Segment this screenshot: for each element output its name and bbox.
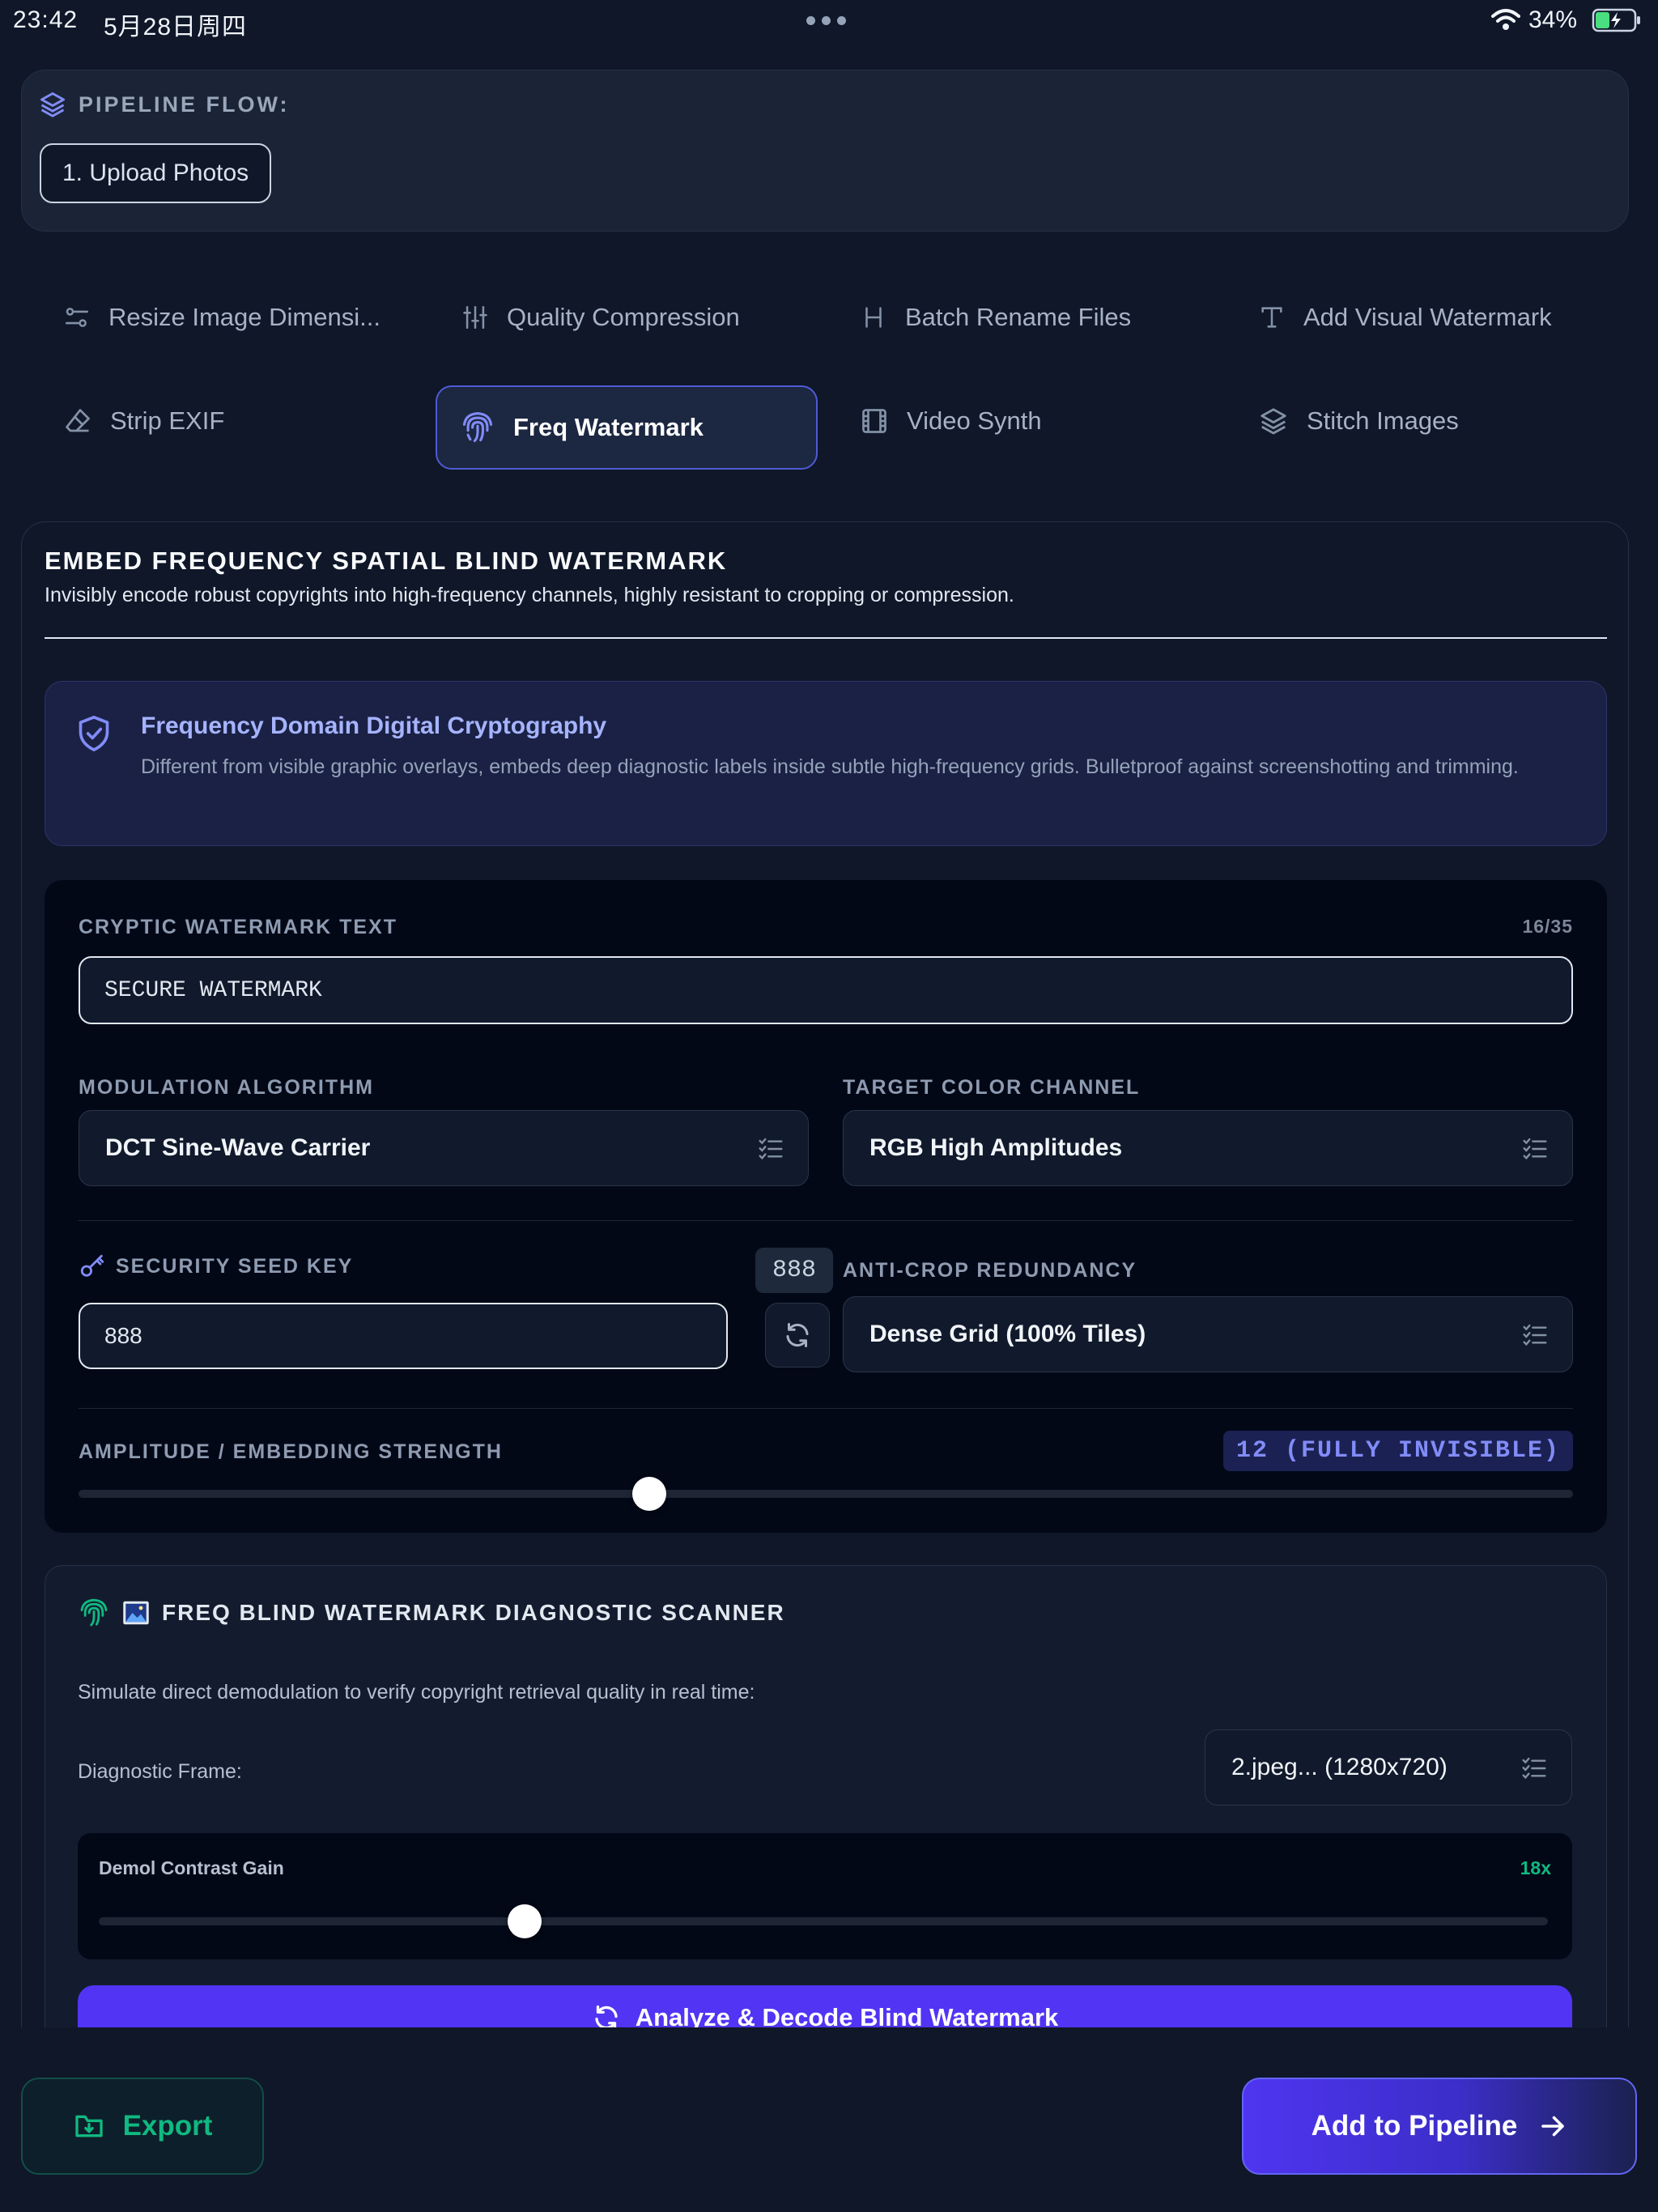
diagnostic-frame-value: 2.jpeg... (1280x720) bbox=[1231, 1754, 1448, 1780]
shield-check-icon bbox=[79, 715, 109, 751]
scanner-title: FREQ BLIND WATERMARK DIAGNOSTIC SCANNER bbox=[162, 1600, 785, 1625]
regenerate-seed-button[interactable] bbox=[765, 1303, 830, 1368]
list-icon bbox=[1522, 1757, 1546, 1780]
contrast-gain-label: Demol Contrast Gain bbox=[99, 1857, 284, 1878]
tab-visual-watermark[interactable]: Add Visual Watermark bbox=[1258, 275, 1552, 359]
watermark-text-input[interactable]: SECURE WATERMARK bbox=[79, 956, 1573, 1024]
heading-icon bbox=[865, 307, 882, 328]
tab-batch-rename[interactable]: Batch Rename Files bbox=[860, 275, 1131, 359]
add-to-pipeline-label: Add to Pipeline bbox=[1311, 2110, 1518, 2142]
refresh-icon bbox=[786, 1323, 809, 1347]
watermark-text-label: CRYPTIC WATERMARK TEXT bbox=[79, 916, 397, 938]
panel-title: EMBED FREQUENCY SPATIAL BLIND WATERMARK bbox=[45, 547, 728, 575]
info-callout: Frequency Domain Digital Cryptography Di… bbox=[45, 681, 1607, 846]
diagnostic-frame-label: Diagnostic Frame: bbox=[78, 1760, 242, 1783]
arrow-right-icon bbox=[1541, 2116, 1565, 2137]
battery-charging-icon bbox=[1592, 8, 1640, 32]
status-bar: 23:42 5月28日周四 34% bbox=[0, 0, 1658, 40]
divider bbox=[79, 1408, 1573, 1409]
picture-emoji-icon bbox=[123, 1601, 149, 1625]
tab-strip-exif[interactable]: Strip EXIF bbox=[63, 379, 224, 463]
divider bbox=[45, 637, 1607, 639]
tab-label: Add Visual Watermark bbox=[1303, 303, 1552, 331]
seed-key-input[interactable]: 888 bbox=[79, 1303, 728, 1369]
type-icon bbox=[1261, 307, 1282, 328]
tab-label: Resize Image Dimensi... bbox=[108, 303, 380, 331]
channel-label: TARGET COLOR CHANNEL bbox=[843, 1076, 1141, 1099]
char-counter: 16/35 bbox=[1522, 916, 1573, 937]
contrast-gain-control: Demol Contrast Gain 18x bbox=[78, 1833, 1572, 1959]
amplitude-slider-thumb[interactable] bbox=[632, 1477, 667, 1511]
wifi-icon bbox=[1491, 9, 1520, 30]
redundancy-value: Dense Grid (100% Tiles) bbox=[869, 1321, 1146, 1347]
modulation-label: MODULATION ALGORITHM bbox=[79, 1076, 374, 1099]
list-icon bbox=[759, 1138, 783, 1160]
seed-key-label: SECURITY SEED KEY bbox=[116, 1254, 354, 1278]
diagnostic-frame-select[interactable]: 2.jpeg... (1280x720) bbox=[1205, 1729, 1572, 1806]
app-screen: 23:42 5月28日周四 34% PIPELINE FLOW: 1. Uplo… bbox=[0, 0, 1658, 2212]
scanner-description: Simulate direct demodulation to verify c… bbox=[78, 1681, 755, 1704]
contrast-gain-slider-track[interactable] bbox=[99, 1917, 1548, 1925]
tab-stitch-images[interactable]: Stitch Images bbox=[1258, 379, 1459, 463]
watermark-settings: CRYPTIC WATERMARK TEXT 16/35 SECURE WATE… bbox=[45, 880, 1607, 1533]
tab-resize[interactable]: Resize Image Dimensi... bbox=[63, 275, 380, 359]
tab-label: Freq Watermark bbox=[513, 413, 704, 441]
divider bbox=[79, 1220, 1573, 1221]
tab-label: Batch Rename Files bbox=[905, 303, 1132, 331]
redundancy-label: ANTI-CROP REDUNDANCY bbox=[843, 1259, 1137, 1282]
list-icon bbox=[1523, 1324, 1547, 1346]
panel-subtitle: Invisibly encode robust copyrights into … bbox=[45, 584, 1014, 606]
tab-label: Strip EXIF bbox=[110, 406, 225, 435]
seed-key-header: SECURITY SEED KEY bbox=[79, 1253, 353, 1280]
export-label: Export bbox=[122, 2110, 213, 2142]
amplitude-value-badge: 12 (FULLY INVISIBLE) bbox=[1222, 1431, 1573, 1471]
multitasking-dots-icon[interactable] bbox=[806, 16, 846, 25]
fingerprint-icon bbox=[462, 412, 493, 443]
film-icon bbox=[862, 409, 886, 433]
tab-label: Stitch Images bbox=[1307, 406, 1459, 435]
modulation-select[interactable]: DCT Sine-Wave Carrier bbox=[79, 1110, 809, 1186]
folder-download-icon bbox=[74, 2115, 103, 2138]
info-body: Different from visible graphic overlays,… bbox=[141, 755, 1519, 778]
key-icon bbox=[80, 1254, 104, 1277]
fingerprint-icon bbox=[80, 1598, 108, 1627]
status-time: 23:42 bbox=[13, 6, 79, 33]
modulation-value: DCT Sine-Wave Carrier bbox=[105, 1134, 371, 1161]
channel-select[interactable]: RGB High Amplitudes bbox=[843, 1110, 1573, 1186]
tab-label: Quality Compression bbox=[507, 303, 740, 331]
export-button[interactable]: Export bbox=[21, 2078, 264, 2175]
amplitude-slider-track[interactable] bbox=[79, 1490, 1573, 1498]
add-to-pipeline-button[interactable]: Add to Pipeline bbox=[1242, 2078, 1637, 2175]
list-icon bbox=[1523, 1138, 1547, 1160]
sliders-icon bbox=[65, 308, 89, 327]
layers-icon bbox=[1261, 408, 1286, 435]
contrast-gain-value: 18x bbox=[1520, 1857, 1551, 1878]
pipeline-flow-card: PIPELINE FLOW: 1. Upload Photos bbox=[21, 70, 1629, 232]
scanner-header: FREQ BLIND WATERMARK DIAGNOSTIC SCANNER bbox=[78, 1597, 785, 1629]
seed-value-badge: 888 bbox=[755, 1248, 833, 1293]
tab-video-synth[interactable]: Video Synth bbox=[860, 379, 1042, 463]
amplitude-label: AMPLITUDE / EMBEDDING STRENGTH bbox=[79, 1440, 503, 1463]
pipeline-header: PIPELINE FLOW: bbox=[38, 90, 290, 119]
status-date: 5月28日周四 bbox=[104, 14, 248, 40]
pipeline-label: PIPELINE FLOW: bbox=[79, 91, 290, 117]
tab-label: Video Synth bbox=[907, 406, 1042, 435]
redundancy-select[interactable]: Dense Grid (100% Tiles) bbox=[843, 1296, 1573, 1372]
contrast-gain-slider-thumb[interactable] bbox=[508, 1904, 542, 1938]
layers-icon bbox=[40, 92, 65, 117]
equalizer-icon bbox=[463, 305, 487, 330]
tab-freq-watermark[interactable]: Freq Watermark bbox=[436, 385, 818, 470]
channel-value: RGB High Amplitudes bbox=[869, 1134, 1123, 1161]
info-title: Frequency Domain Digital Cryptography bbox=[141, 713, 607, 739]
pipeline-step-upload[interactable]: 1. Upload Photos bbox=[40, 143, 272, 203]
tab-quality-compression[interactable]: Quality Compression bbox=[461, 275, 740, 359]
freq-watermark-panel: EMBED FREQUENCY SPATIAL BLIND WATERMARK … bbox=[21, 521, 1629, 2141]
bottom-action-bar: Export Add to Pipeline bbox=[0, 2027, 1658, 2212]
eraser-icon bbox=[66, 409, 90, 432]
battery-percent: 34% bbox=[1528, 6, 1578, 33]
